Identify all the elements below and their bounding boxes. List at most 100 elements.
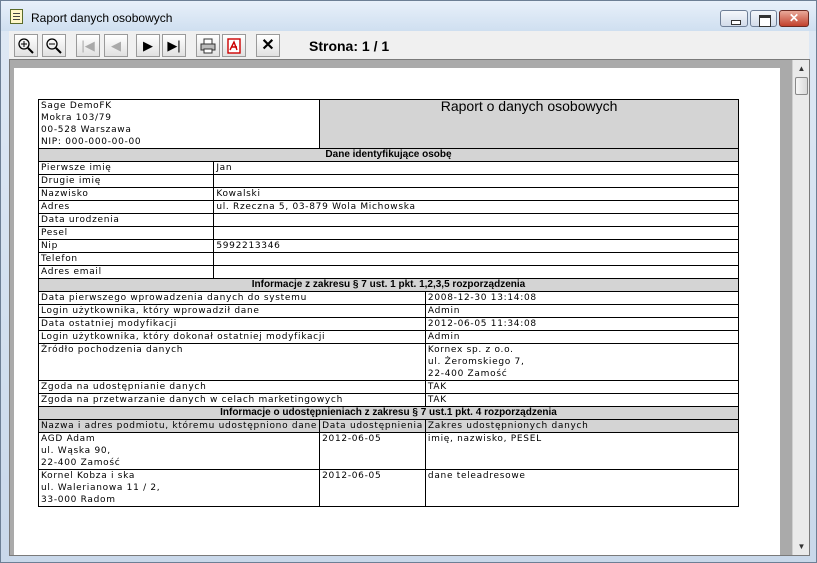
- company-info: Sage DemoFK Mokra 103/79 00-528 Warszawa NI…: [37, 99, 321, 149]
- first-page-button[interactable]: |◀: [76, 34, 100, 57]
- field-value: [213, 252, 739, 266]
- field-value: [213, 213, 739, 227]
- table-row: Drugie imię: [37, 174, 739, 188]
- field-value: [213, 226, 739, 240]
- shared-entity-line: 22-400 Zamość: [41, 458, 121, 468]
- zoom-in-icon: [18, 38, 34, 54]
- shared-entity-line: AGD Adam: [41, 434, 96, 444]
- pdf-icon: [227, 38, 241, 54]
- table-row: Pesel: [37, 226, 739, 240]
- section-header-row: Informacje o udostępnieniach z zakresu §…: [38, 406, 739, 420]
- field-value: TAK: [424, 393, 740, 407]
- field-value: Admin: [424, 330, 740, 344]
- table-row: Login użytkownika, który wprowadził dane…: [38, 304, 740, 318]
- field-value: Kowalski: [213, 187, 739, 201]
- field-label: Zgoda na udostępnianie danych: [38, 380, 426, 394]
- column-header-entity: Nazwa i adres podmiotu, któremu udostępn…: [37, 419, 321, 433]
- table-row: Adres ul. Rzeczna 5, 03-879 Wola Michowsk…: [37, 200, 739, 214]
- table-row: Nip 5992213346: [37, 239, 739, 253]
- field-value: [213, 265, 739, 279]
- field-value: [213, 174, 739, 188]
- table-row: Data ostatniej modyfikacji 2012-06-05 11:…: [38, 317, 740, 331]
- column-header-date: Data udostępnienia: [319, 419, 426, 433]
- next-page-button[interactable]: ▶: [136, 34, 160, 57]
- scroll-thumb[interactable]: [795, 77, 808, 95]
- close-window-button[interactable]: [779, 10, 809, 27]
- section-header-row: Dane identyfikujące osobę: [38, 148, 739, 162]
- close-preview-button[interactable]: ✕: [256, 34, 280, 57]
- field-label: Adres email: [37, 265, 215, 279]
- table-row: Nazwisko Kowalski: [37, 187, 739, 201]
- field-label: Pierwsze imię: [37, 161, 215, 175]
- field-label: Adres: [37, 200, 215, 214]
- window-title: Raport danych osobowych: [31, 11, 173, 25]
- table-row: AGD Adam ul. Wąska 90, 22-400 Zamość 2012-0…: [37, 432, 740, 470]
- shared-date: 2012-06-05: [319, 432, 426, 470]
- column-header-scope: Zakres udostępnionych danych: [424, 419, 740, 433]
- shared-scope: imię, nazwisko, PESEL: [424, 432, 740, 470]
- scroll-down-icon[interactable]: ▼: [794, 539, 809, 554]
- section-header-row: Informacje z zakresu § 7 ust. 1 pkt. 1,2…: [38, 278, 739, 292]
- table-row: Data urodzenia: [37, 213, 739, 227]
- field-label: Pesel: [37, 226, 215, 240]
- field-label: Źródło pochodzenia danych: [38, 343, 426, 381]
- field-value: 5992213346: [213, 239, 739, 253]
- title-bar[interactable]: Raport danych osobowych: [1, 1, 816, 31]
- field-value: Kornex sp. z o.o. ul. Żeromskiego 7, 22-40…: [424, 343, 740, 381]
- report-header-row: Sage DemoFK Mokra 103/79 00-528 Warszawa NI…: [37, 99, 739, 149]
- table-row: Zgoda na przetwarzanie danych w celach m…: [38, 393, 740, 407]
- table-row: Źródło pochodzenia danych Kornex sp. z o.…: [38, 343, 740, 381]
- field-value: 2008-12-30 13:14:08: [424, 291, 740, 305]
- company-info-line: Mokra 103/79: [41, 113, 112, 123]
- company-info-line: Sage DemoFK: [41, 101, 112, 111]
- table-row: Zgoda na udostępnianie danych TAK: [38, 380, 740, 394]
- shared-scope: dane teleadresowe: [424, 469, 740, 507]
- field-label: Drugie imię: [37, 174, 215, 188]
- shared-entity: Kornel Kobza i ska ul. Walerianowa 11 / 2…: [37, 469, 321, 507]
- previous-page-button[interactable]: ◀: [104, 34, 128, 57]
- field-label: Nazwisko: [37, 187, 215, 201]
- field-label: Login użytkownika, który wprowadził dane: [38, 304, 426, 318]
- report-viewer[interactable]: Sage DemoFK Mokra 103/79 00-528 Warszawa NI…: [9, 59, 810, 556]
- report-page: Sage DemoFK Mokra 103/79 00-528 Warszawa NI…: [14, 68, 780, 555]
- table-row: Telefon: [37, 252, 739, 266]
- shared-entity-line: Kornel Kobza i ska: [41, 471, 136, 481]
- column-header-row: Nazwa i adres podmiotu, któremu udostępn…: [37, 419, 740, 433]
- report-app-icon: [10, 9, 23, 24]
- company-info-line: NIP: 000-000-00-00: [41, 137, 142, 147]
- report-title: Raport o danych osobowych: [319, 99, 739, 149]
- field-label: Zgoda na przetwarzanie danych w celach m…: [38, 393, 426, 407]
- field-value-line: Kornex sp. z o.o.: [427, 345, 514, 355]
- field-value: Admin: [424, 304, 740, 318]
- zoom-out-button[interactable]: [42, 34, 66, 57]
- field-value: 2012-06-05 11:34:08: [424, 317, 740, 331]
- export-pdf-button[interactable]: [222, 34, 246, 57]
- shared-entity: AGD Adam ul. Wąska 90, 22-400 Zamość: [37, 432, 321, 470]
- zoom-out-icon: [46, 38, 62, 54]
- field-label: Telefon: [37, 252, 215, 266]
- table-row: Adres email: [37, 265, 739, 279]
- report-window: Raport danych osobowych |◀ ◀ ▶ ▶| ✕ Stro…: [0, 0, 817, 563]
- zoom-in-button[interactable]: [14, 34, 38, 57]
- field-value: TAK: [424, 380, 740, 394]
- maximize-button[interactable]: [750, 10, 777, 27]
- shared-entity-line: ul. Wąska 90,: [41, 446, 111, 456]
- section-title-sharing: Informacje o udostępnieniach z zakresu §…: [38, 406, 739, 420]
- field-value-line: ul. Żeromskiego 7,: [427, 357, 525, 367]
- field-value: ul. Rzeczna 5, 03-879 Wola Michowska: [213, 200, 739, 214]
- toolbar: |◀ ◀ ▶ ▶| ✕ Strona: 1 / 1: [9, 31, 809, 59]
- shared-date: 2012-06-05: [319, 469, 426, 507]
- printer-icon: [200, 38, 216, 54]
- last-page-button[interactable]: ▶|: [162, 34, 186, 57]
- section-title-regulation: Informacje z zakresu § 7 ust. 1 pkt. 1,2…: [38, 278, 739, 292]
- table-row: Login użytkownika, który dokonał ostatni…: [38, 330, 740, 344]
- vertical-scrollbar[interactable]: ▲ ▼: [792, 60, 809, 555]
- print-button[interactable]: [196, 34, 220, 57]
- table-row: Data pierwszego wprowadzenia danych do s…: [38, 291, 740, 305]
- section-title-identification: Dane identyfikujące osobę: [38, 148, 739, 162]
- company-info-line: 00-528 Warszawa: [41, 125, 132, 135]
- field-label: Nip: [37, 239, 215, 253]
- scroll-up-icon[interactable]: ▲: [794, 61, 809, 76]
- minimize-button[interactable]: [720, 10, 748, 27]
- report-table: Sage DemoFK Mokra 103/79 00-528 Warszawa NI…: [37, 99, 740, 507]
